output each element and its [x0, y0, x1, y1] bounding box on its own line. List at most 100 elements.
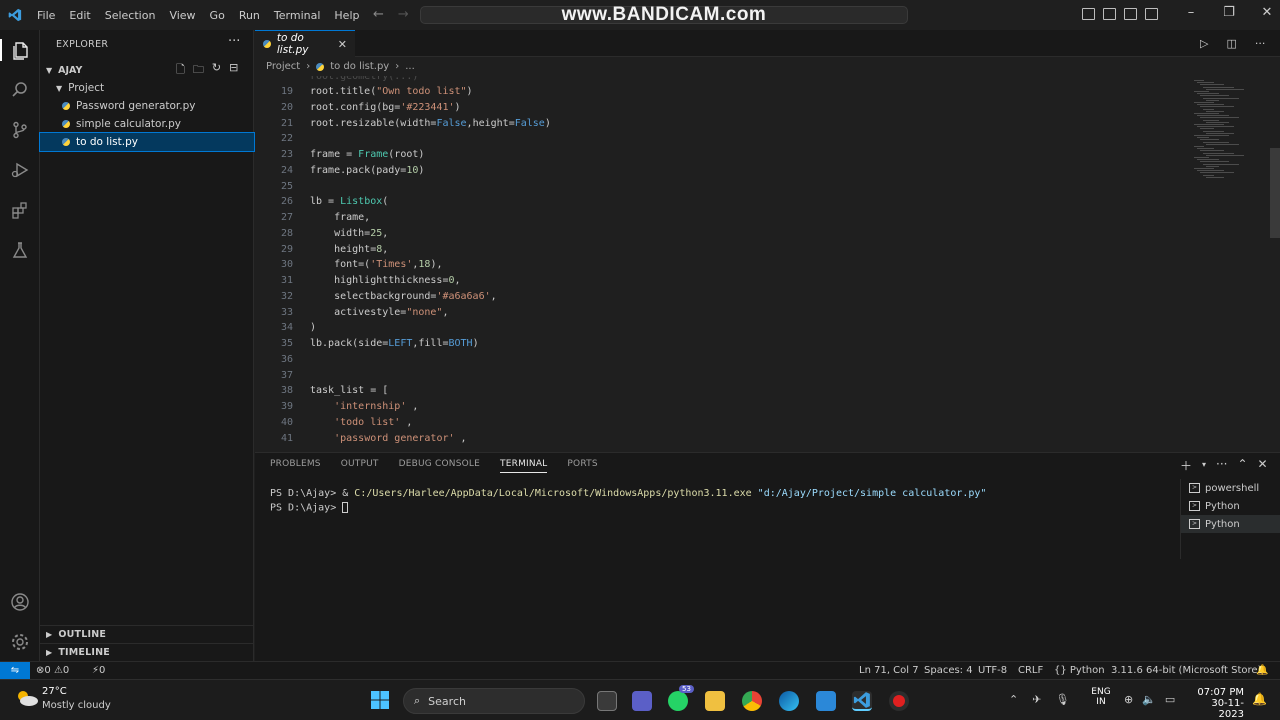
file-password-generator[interactable]: Password generator.py: [40, 97, 254, 115]
end-of-line[interactable]: CRLF: [1018, 665, 1043, 676]
language-indicator[interactable]: ENG IN: [1090, 687, 1112, 707]
remote-indicator-icon[interactable]: ⇋: [0, 662, 30, 680]
vscode-taskbar-icon[interactable]: [852, 691, 872, 711]
chevron-up-icon[interactable]: ⌃: [1009, 693, 1018, 706]
weather-temp[interactable]: 27°C: [42, 686, 67, 697]
run-python-icon[interactable]: ▷: [1200, 37, 1208, 50]
clock[interactable]: 07:07 PM 30-11-2023: [1190, 687, 1244, 720]
encoding[interactable]: UTF-8: [978, 665, 1007, 676]
teams-icon[interactable]: [632, 691, 652, 711]
customize-layout-icon[interactable]: [1145, 8, 1158, 20]
folder-project[interactable]: ▼ Project: [40, 79, 254, 97]
weather-cloud-icon[interactable]: [14, 688, 40, 708]
breadcrumb-item[interactable]: Project: [266, 61, 300, 72]
menu-file[interactable]: File: [30, 9, 62, 22]
line-number: 23: [280, 149, 293, 160]
settings-gear-icon[interactable]: [9, 631, 31, 653]
restore-icon[interactable]: ❐: [1210, 5, 1248, 20]
tab-debug-console[interactable]: DEBUG CONSOLE: [399, 459, 480, 473]
ports-status[interactable]: ⚡0: [92, 665, 105, 676]
editor-scrollbar[interactable]: [1270, 76, 1280, 452]
menu-run[interactable]: Run: [232, 9, 267, 22]
task-view-icon[interactable]: [597, 691, 617, 711]
more-actions-icon[interactable]: ···: [1255, 37, 1266, 50]
code-line: root.title("Own todo list"): [310, 86, 473, 97]
terminal-instance-python-active[interactable]: > Python: [1181, 515, 1280, 533]
toggle-panel-icon[interactable]: [1103, 8, 1116, 20]
file-explorer-icon[interactable]: [705, 691, 725, 711]
forward-arrow-icon[interactable]: →: [398, 7, 409, 22]
code-editor[interactable]: root.geometry(...) 19 root.title("Own tod…: [255, 76, 1190, 452]
minimap[interactable]: [1190, 76, 1270, 452]
menu-go[interactable]: Go: [203, 9, 232, 22]
testing-flask-icon[interactable]: [9, 239, 31, 261]
workspace-root[interactable]: ▼ AJAY 🗋 🗀 ↻ ⊟: [40, 61, 254, 79]
refresh-icon[interactable]: ↻: [212, 61, 221, 80]
source-control-icon[interactable]: [9, 119, 31, 141]
new-terminal-icon[interactable]: ＋: [1180, 457, 1192, 474]
close-panel-icon[interactable]: ✕: [1258, 457, 1268, 474]
quick-settings[interactable]: ⊕ 🔈 ▭: [1124, 693, 1175, 706]
whatsapp-icon[interactable]: [668, 691, 688, 711]
terminal-instance-powershell[interactable]: > powershell: [1181, 479, 1280, 497]
minimap-line: [1197, 159, 1219, 161]
notifications-icon[interactable]: 🔔: [1252, 692, 1267, 706]
code-line: root.resizable(width=False,height=False): [310, 117, 551, 129]
windows-start-icon[interactable]: [370, 690, 390, 710]
file-simple-calculator[interactable]: simple calculator.py: [40, 115, 254, 133]
scrollbar-thumb[interactable]: [1270, 148, 1280, 238]
more-actions-icon[interactable]: ···: [1216, 457, 1227, 474]
language-mode[interactable]: {} Python: [1054, 665, 1105, 676]
taskbar-search[interactable]: ⌕ Search: [403, 688, 585, 714]
minimize-icon[interactable]: –: [1172, 5, 1210, 20]
notifications-bell-icon[interactable]: 🔔: [1256, 665, 1268, 676]
microphone-icon[interactable]: 🎙: [1055, 693, 1069, 706]
problems-status[interactable]: ⊗0 ⚠0: [36, 665, 69, 676]
menu-terminal[interactable]: Terminal: [267, 9, 328, 22]
python-file-icon: [263, 40, 271, 48]
account-icon[interactable]: [9, 591, 31, 613]
maximize-panel-icon[interactable]: ⌃: [1237, 457, 1247, 474]
tab-to-do-list[interactable]: to do list.py ✕: [255, 30, 355, 57]
chevron-down-icon[interactable]: ▾: [1202, 457, 1206, 474]
terminal-argument: "d:/Ajay/Project/simple calculator.py": [751, 488, 987, 499]
back-arrow-icon[interactable]: ←: [373, 7, 384, 22]
collapse-all-icon[interactable]: ⊟: [229, 61, 238, 80]
timeline-section[interactable]: ▶ TIMELINE: [40, 643, 254, 661]
outline-section[interactable]: ▶ OUTLINE: [40, 625, 254, 643]
weather-desc[interactable]: Mostly cloudy: [42, 700, 111, 711]
tab-problems[interactable]: PROBLEMS: [270, 459, 321, 473]
edge-icon[interactable]: [779, 691, 799, 711]
toggle-secondary-sidebar-icon[interactable]: [1124, 8, 1137, 20]
tab-ports[interactable]: PORTS: [567, 459, 597, 473]
menu-view[interactable]: View: [162, 9, 202, 22]
file-to-do-list[interactable]: to do list.py: [39, 132, 255, 152]
breadcrumb-item[interactable]: ...: [405, 61, 415, 72]
new-folder-icon[interactable]: 🗀: [193, 61, 204, 80]
explorer-icon[interactable]: [0, 39, 40, 61]
close-window-icon[interactable]: ✕: [1248, 5, 1280, 20]
extensions-icon[interactable]: [9, 199, 31, 221]
python-interpreter[interactable]: 3.11.6 64-bit (Microsoft Store): [1111, 665, 1261, 676]
close-tab-icon[interactable]: ✕: [338, 38, 347, 51]
run-debug-icon[interactable]: [9, 159, 31, 181]
menu-edit[interactable]: Edit: [62, 9, 97, 22]
minimap-line: [1197, 170, 1224, 172]
toggle-sidebar-icon[interactable]: [1082, 8, 1095, 20]
chrome-icon[interactable]: [742, 691, 762, 711]
network-off-icon[interactable]: ✈: [1032, 693, 1041, 706]
menu-selection[interactable]: Selection: [98, 9, 163, 22]
more-actions-icon[interactable]: ···: [228, 34, 240, 49]
cursor-position[interactable]: Ln 71, Col 7: [859, 665, 919, 676]
split-editor-icon[interactable]: ◫: [1226, 37, 1236, 50]
new-file-icon[interactable]: 🗋: [176, 61, 185, 80]
tab-output[interactable]: OUTPUT: [341, 459, 379, 473]
breadcrumb-item[interactable]: to do list.py: [330, 61, 389, 72]
search-icon[interactable]: [9, 79, 31, 101]
terminal-instance-python[interactable]: > Python: [1181, 497, 1280, 515]
store-icon[interactable]: [816, 691, 836, 711]
indentation[interactable]: Spaces: 4: [924, 665, 973, 676]
menu-help[interactable]: Help: [327, 9, 366, 22]
tab-terminal[interactable]: TERMINAL: [500, 459, 548, 473]
bandicam-record-icon[interactable]: [889, 691, 909, 711]
